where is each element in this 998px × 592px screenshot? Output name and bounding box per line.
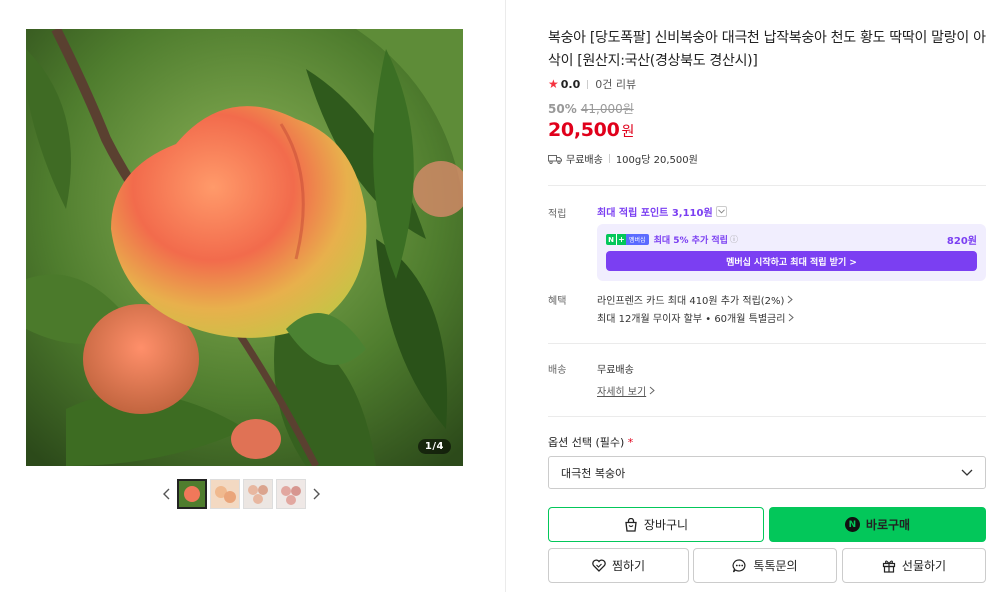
section-divider (548, 185, 986, 186)
info-icon[interactable]: ⓘ (730, 234, 738, 245)
chevron-right-icon[interactable] (309, 479, 323, 509)
option-label-text: 옵션 선택 (필수) (548, 436, 625, 449)
membership-extra-text: 최대 5% 추가 적립 (653, 236, 728, 246)
card-benefit-text: 라인프렌즈 카드 최대 410원 추가 적립(2%) (597, 296, 785, 307)
discount-row: 50% 41,000원 (548, 100, 634, 117)
chevron-right-icon (649, 386, 655, 395)
delivery-value: 무료배송 (597, 365, 634, 376)
max-points-toggle[interactable]: 최대 적립 포인트 3,110원 (597, 204, 727, 219)
add-to-cart-button[interactable]: 장바구니 (548, 507, 764, 542)
truck-icon (548, 154, 562, 164)
wishlist-label: 찜하기 (611, 559, 646, 573)
chevron-down-icon (715, 206, 727, 217)
membership-amount: 820원 (946, 236, 977, 247)
delivery-detail-link[interactable]: 자세히 보기 (597, 383, 655, 398)
chat-bubble-icon (732, 558, 746, 572)
discount-percent: 50% (548, 102, 577, 116)
heart-icon (592, 559, 606, 572)
chevron-right-icon (788, 295, 794, 304)
installment-benefit-link[interactable]: 최대 12개월 무이자 할부 • 60개월 특별금리 (597, 310, 795, 325)
card-benefit-link[interactable]: 라인프렌즈 카드 최대 410원 추가 적립(2%) (597, 292, 794, 307)
rating-row[interactable]: ★ 0.0 0건 리뷰 (548, 76, 636, 92)
gift-icon (882, 560, 896, 573)
price-value: 20,500 (548, 119, 620, 141)
thumbnail-3[interactable] (243, 479, 273, 509)
wishlist-button[interactable]: 찜하기 (548, 548, 689, 583)
shipping-summary: 무료배송 100g당 20,500원 (548, 151, 698, 166)
max-points-text: 최대 적립 포인트 3,110원 (597, 208, 713, 219)
sale-price: 20,500 원 (548, 119, 634, 141)
price-unit: 원 (621, 124, 635, 140)
thumbnail-4[interactable] (276, 479, 306, 509)
chevron-left-icon[interactable] (160, 479, 174, 509)
section-divider (548, 416, 986, 417)
delivery-detail-text: 자세히 보기 (597, 387, 647, 398)
talk-label: 톡톡문의 (753, 559, 798, 573)
section-divider (548, 343, 986, 344)
gift-label: 선물하기 (901, 559, 947, 573)
panel-divider (505, 0, 506, 592)
product-main-image[interactable]: 1/4 (26, 29, 463, 466)
naver-plus-membership-logo: N + 멤버십 (606, 234, 649, 245)
points-label: 적립 (548, 209, 567, 220)
shipping-separator (608, 154, 610, 163)
unit-price: 100g당 20,500원 (615, 155, 698, 166)
chevron-down-icon (961, 469, 973, 476)
cart-label: 장바구니 (643, 518, 689, 532)
naver-pay-icon: N (844, 517, 860, 532)
option-label: 옵션 선택 (필수) * (548, 434, 633, 450)
buy-now-button[interactable]: N 바로구매 (769, 507, 986, 542)
gift-button[interactable]: 선물하기 (842, 548, 986, 583)
thumbnail-2[interactable] (210, 479, 240, 509)
membership-start-button[interactable]: 멤버십 시작하고 최대 적립 받기 > (606, 251, 977, 271)
original-price: 41,000원 (580, 102, 634, 116)
rating-separator (587, 79, 589, 89)
product-title: 복숭아 [당도폭팔] 신비복숭아 대극천 납작복숭아 천도 황도 딱딱이 말랑이… (548, 30, 986, 69)
chevron-right-icon (789, 313, 795, 322)
star-icon: ★ (548, 77, 559, 91)
talk-inquiry-button[interactable]: 톡톡문의 (693, 548, 837, 583)
installment-benefit-text: 최대 12개월 무이자 할부 • 60개월 특별금리 (597, 314, 786, 325)
shipping-free-text: 무료배송 (566, 155, 603, 166)
shopping-bag-icon (625, 517, 637, 532)
buy-now-label: 바로구매 (865, 518, 911, 532)
rating-score: 0.0 (560, 77, 581, 91)
thumbnail-strip (160, 479, 323, 509)
image-counter: 1/4 (417, 439, 451, 454)
review-count: 0건 리뷰 (595, 78, 637, 91)
option-selected-value: 대극천 복숭아 (561, 466, 626, 480)
membership-box: N + 멤버십 최대 5% 추가 적립 ⓘ 820원 멤버십 시작하고 최대 적립 … (597, 224, 986, 281)
delivery-label: 배송 (548, 365, 567, 376)
benefits-label: 혜택 (548, 296, 567, 307)
thumbnail-1[interactable] (177, 479, 207, 509)
peach-photo (26, 29, 463, 466)
required-mark: * (627, 436, 634, 449)
option-select[interactable]: 대극천 복숭아 (548, 456, 986, 489)
